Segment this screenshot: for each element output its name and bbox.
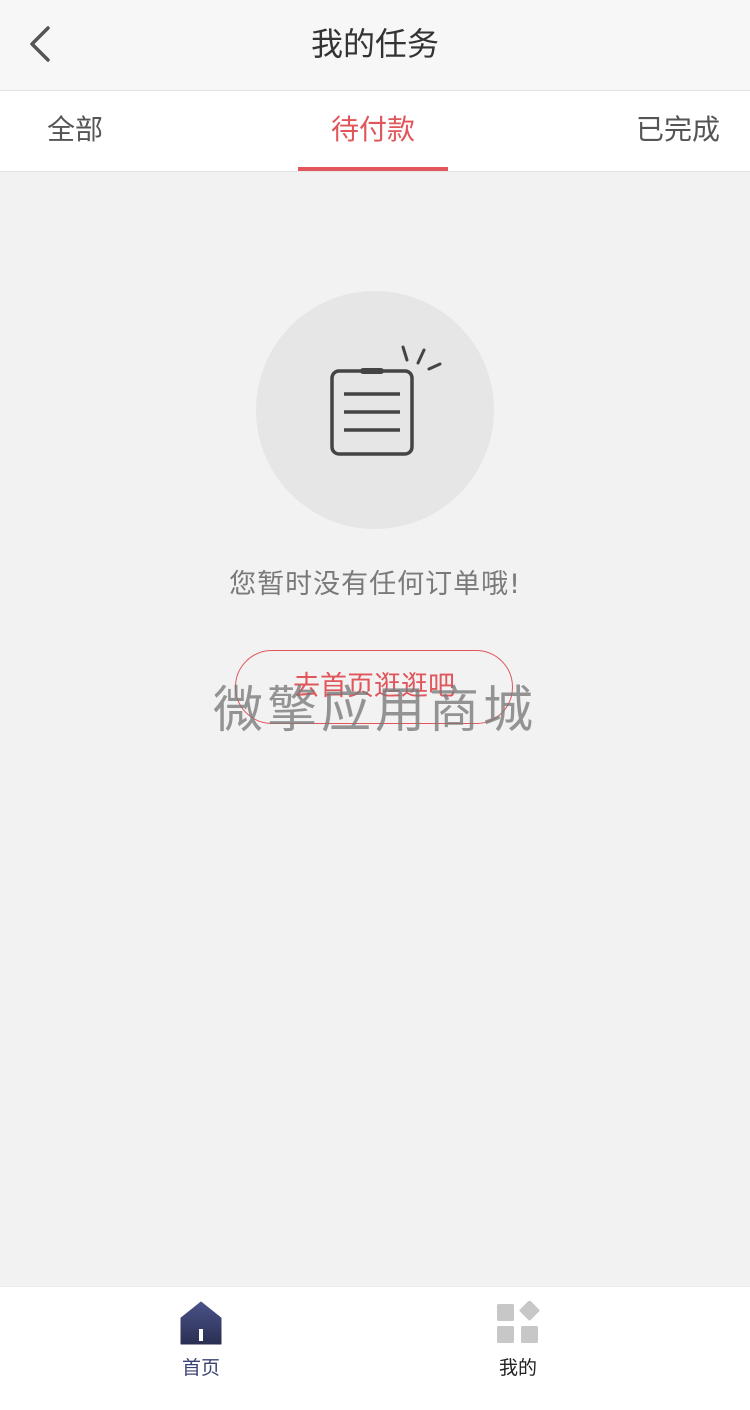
tab-indicator [298, 167, 448, 171]
tab-all[interactable]: 全部 [47, 91, 103, 171]
tab-pending-payment[interactable]: 待付款 [298, 91, 448, 171]
bottom-nav-mine[interactable]: 我的 [438, 1287, 598, 1410]
order-list-icon [330, 345, 442, 456]
bottom-nav-home-label: 首页 [181, 1357, 220, 1379]
bottom-nav-mine-label: 我的 [498, 1357, 537, 1379]
home-icon [180, 1301, 222, 1345]
page-title: 我的任务 [310, 25, 439, 63]
bottom-nav: 首页 我的 [0, 1286, 750, 1410]
bottom-nav-home[interactable]: 首页 [121, 1287, 281, 1410]
tab-bar: 全部 待付款 已完成 [0, 91, 750, 172]
grid-icon [497, 1301, 540, 1343]
watermark: 微擎应用商城 [213, 681, 537, 739]
empty-state-message: 您暂时没有任何订单哦! [229, 569, 521, 600]
tab-completed[interactable]: 已完成 [636, 91, 720, 171]
nav-bar: 我的任务 [0, 0, 750, 91]
